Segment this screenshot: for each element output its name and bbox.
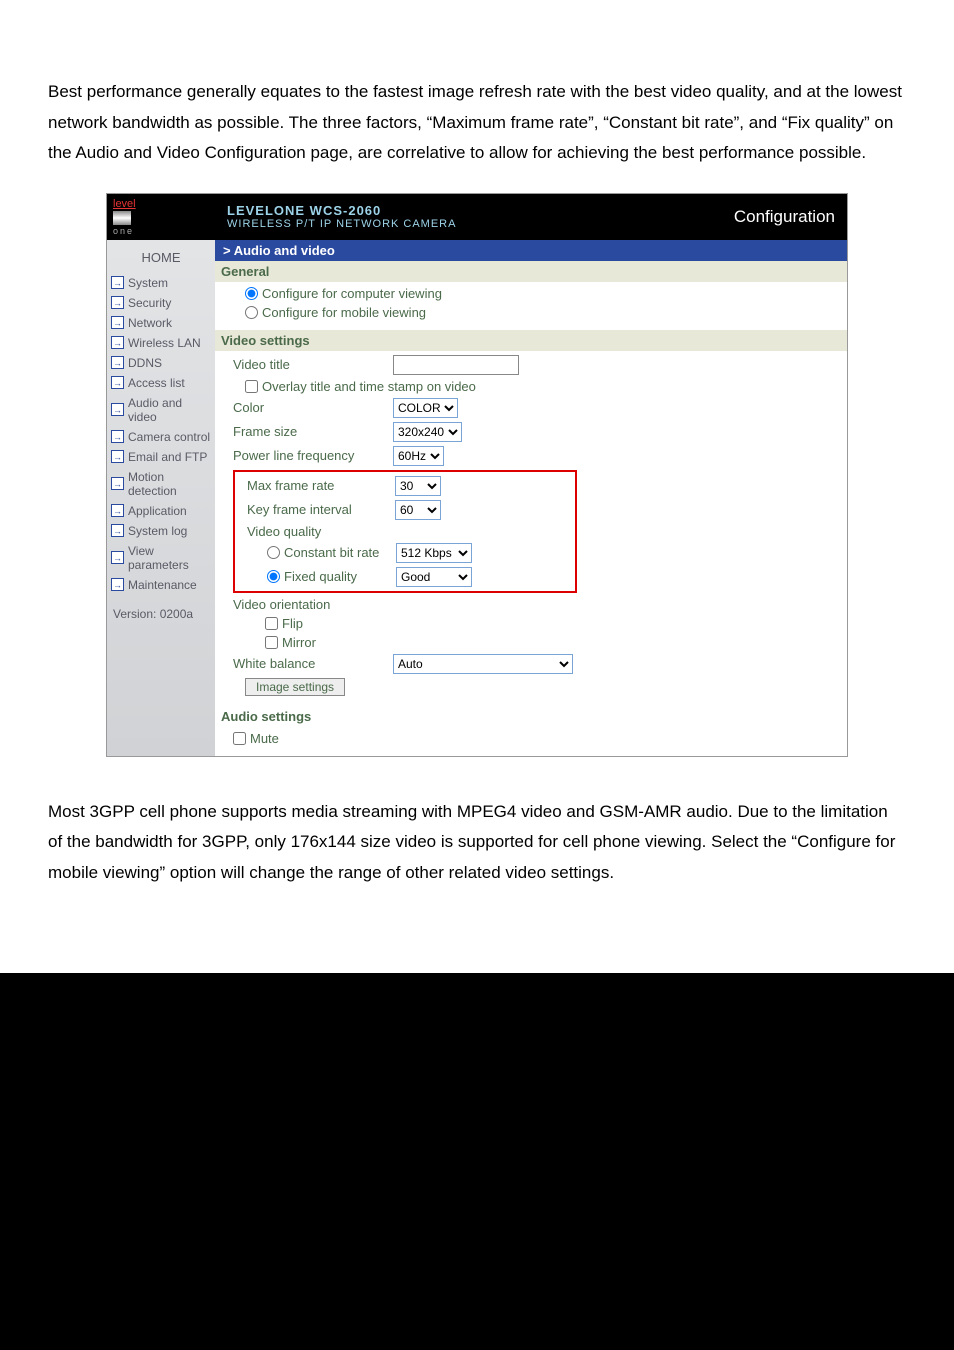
arrow-icon: → [111,504,124,517]
fixed-quality-label: Fixed quality [284,569,396,584]
arrow-icon: → [111,376,124,389]
arrow-icon: → [111,276,124,289]
max-frame-rate-select[interactable]: 30 [395,476,441,496]
arrow-icon: → [111,296,124,309]
arrow-icon: → [111,430,124,443]
video-settings-heading: Video settings [215,330,847,351]
arrow-icon: → [111,316,124,329]
image-settings-button[interactable]: Image settings [245,678,345,696]
configure-computer-label: Configure for computer viewing [262,286,442,301]
home-link[interactable]: HOME [107,240,215,273]
sidebar-item-system[interactable]: →System [107,273,215,293]
arrow-icon: → [111,403,124,416]
fixed-quality-radio[interactable] [267,570,280,583]
highlighted-box: Max frame rate 30 Key frame interval 60 … [233,470,577,593]
power-line-select[interactable]: 60Hz [393,446,444,466]
product-subtitle: WIRELESS P/T IP NETWORK CAMERA [227,218,734,230]
overlay-checkbox[interactable] [245,380,258,393]
arrow-icon: → [111,477,124,490]
configure-mobile-radio[interactable] [245,306,258,319]
sidebar-item-view-parameters[interactable]: →View parameters [107,541,215,575]
max-frame-rate-label: Max frame rate [247,478,395,493]
sidebar-item-ddns[interactable]: →DDNS [107,353,215,373]
mute-label: Mute [250,731,279,746]
constant-bit-label: Constant bit rate [284,545,396,560]
sidebar-item-audio-video[interactable]: →Audio and video [107,393,215,427]
configure-computer-radio[interactable] [245,287,258,300]
fixed-quality-select[interactable]: Good [396,567,472,587]
audio-settings-heading: Audio settings [215,706,847,727]
arrow-icon: → [111,524,124,537]
constant-bit-select[interactable]: 512 Kbps [396,543,472,563]
version-label: Version: 0200a [107,595,215,633]
sidebar-item-motion-detection[interactable]: →Motion detection [107,467,215,501]
mirror-checkbox[interactable] [265,636,278,649]
video-title-label: Video title [233,357,393,372]
arrow-icon: → [111,450,124,463]
color-label: Color [233,400,393,415]
intro-paragraph: Best performance generally equates to th… [48,77,906,169]
product-model: LEVELONE WCS-2060 [227,203,734,218]
arrow-icon: → [111,356,124,369]
configuration-link[interactable]: Configuration [734,207,847,227]
key-frame-select[interactable]: 60 [395,500,441,520]
sidebar-item-security[interactable]: →Security [107,293,215,313]
sidebar-item-application[interactable]: →Application [107,501,215,521]
constant-bit-radio[interactable] [267,546,280,559]
video-title-input[interactable] [393,355,519,375]
video-orientation-label: Video orientation [233,597,330,612]
overlay-label: Overlay title and time stamp on video [262,379,476,394]
sidebar-item-system-log[interactable]: →System log [107,521,215,541]
general-heading: General [215,261,847,282]
logo: level one [107,194,227,240]
arrow-icon: → [111,578,124,591]
power-line-label: Power line frequency [233,448,393,463]
arrow-icon: → [111,336,124,349]
white-balance-label: White balance [233,656,393,671]
arrow-icon: → [111,551,124,564]
breadcrumb: > Audio and video [215,240,847,261]
mirror-label: Mirror [282,635,316,650]
video-quality-label: Video quality [247,524,321,539]
white-balance-select[interactable]: Auto [393,654,573,674]
flip-label: Flip [282,616,303,631]
sidebar-item-maintenance[interactable]: →Maintenance [107,575,215,595]
frame-size-label: Frame size [233,424,393,439]
color-select[interactable]: COLOR [393,398,458,418]
flip-checkbox[interactable] [265,617,278,630]
configure-mobile-label: Configure for mobile viewing [262,305,426,320]
frame-size-select[interactable]: 320x240 [393,422,462,442]
sidebar-item-email-ftp[interactable]: →Email and FTP [107,447,215,467]
key-frame-label: Key frame interval [247,502,395,517]
sidebar-item-wireless-lan[interactable]: →Wireless LAN [107,333,215,353]
sidebar-item-network[interactable]: →Network [107,313,215,333]
sidebar-item-access-list[interactable]: →Access list [107,373,215,393]
mute-checkbox[interactable] [233,732,246,745]
sidebar-item-camera-control[interactable]: →Camera control [107,427,215,447]
outro-paragraph: Most 3GPP cell phone supports media stre… [48,797,906,889]
sidebar: HOME →System →Security →Network →Wireles… [107,240,215,756]
config-screenshot: level one LEVELONE WCS-2060 WIRELESS P/T… [106,193,848,757]
